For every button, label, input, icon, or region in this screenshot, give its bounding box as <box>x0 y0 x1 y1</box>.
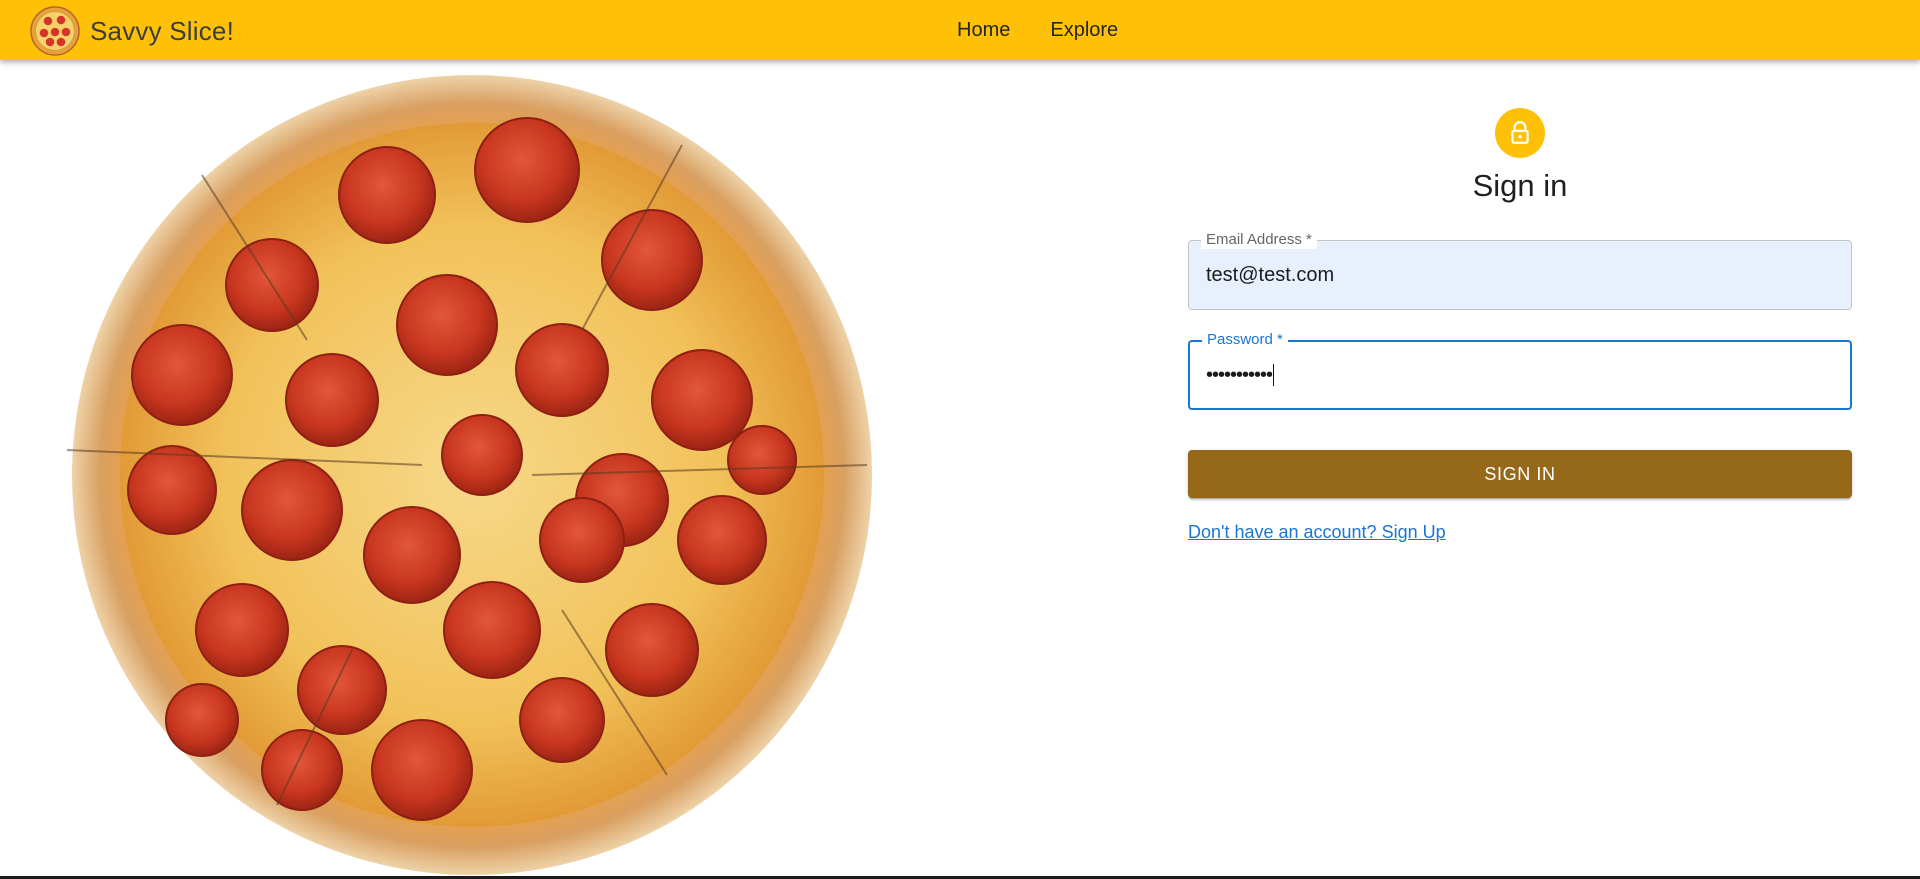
pizza-hero-image <box>62 70 882 879</box>
pepperoni-slice <box>677 495 767 585</box>
pepperoni-slice <box>443 581 541 679</box>
password-field[interactable]: Password * ••••••••••• <box>1188 331 1852 410</box>
pepperoni-slice <box>605 603 699 697</box>
pepperoni-slice <box>338 146 436 244</box>
pepperoni-slice <box>241 459 343 561</box>
pepperoni-slice <box>195 583 289 677</box>
pepperoni-slice <box>363 506 461 604</box>
page-title: Sign in <box>1472 168 1568 203</box>
pepperoni-slice <box>651 349 753 451</box>
password-input[interactable]: ••••••••••• <box>1206 342 1826 408</box>
lock-icon <box>1511 121 1529 144</box>
app-bar: Savvy Slice! Home Explore <box>0 0 1920 60</box>
brand-title: Savvy Slice! <box>90 15 235 46</box>
lock-avatar <box>1495 108 1545 158</box>
pepperoni-slice <box>441 414 523 496</box>
sign-up-link[interactable]: Don't have an account? Sign Up <box>1188 522 1446 543</box>
pepperoni-slice <box>396 274 498 376</box>
pepperoni-slice <box>474 117 580 223</box>
nav-home-link[interactable]: Home <box>937 13 1030 48</box>
pepperoni-slice <box>515 323 609 417</box>
email-field[interactable]: Email Address * test@test.com <box>1188 231 1852 310</box>
pepperoni-slice <box>297 645 387 735</box>
pizza-icon <box>30 6 80 56</box>
password-input-value: ••••••••••• <box>1206 363 1273 386</box>
pepperoni-slice <box>539 497 625 583</box>
email-input[interactable]: test@test.com <box>1206 241 1826 309</box>
pepperoni-slice <box>727 425 797 495</box>
email-input-value: test@test.com <box>1206 263 1335 286</box>
pepperoni-slice <box>165 683 239 757</box>
main-nav: Home Explore <box>957 0 1138 60</box>
pepperoni-slice <box>285 353 379 447</box>
pepperoni-slice <box>601 209 703 311</box>
pepperoni-slice <box>519 677 605 763</box>
pepperoni-slice <box>127 445 217 535</box>
pepperoni-slice <box>131 324 233 426</box>
pepperoni-slice <box>261 729 343 811</box>
pepperoni-slice <box>371 719 473 821</box>
text-caret <box>1273 364 1275 386</box>
brand-home-link[interactable]: Savvy Slice! <box>30 6 235 56</box>
nav-explore-link[interactable]: Explore <box>1030 13 1138 48</box>
pepperoni-pizza-illustration <box>66 75 872 875</box>
sign-in-button[interactable]: SIGN IN <box>1188 450 1852 498</box>
